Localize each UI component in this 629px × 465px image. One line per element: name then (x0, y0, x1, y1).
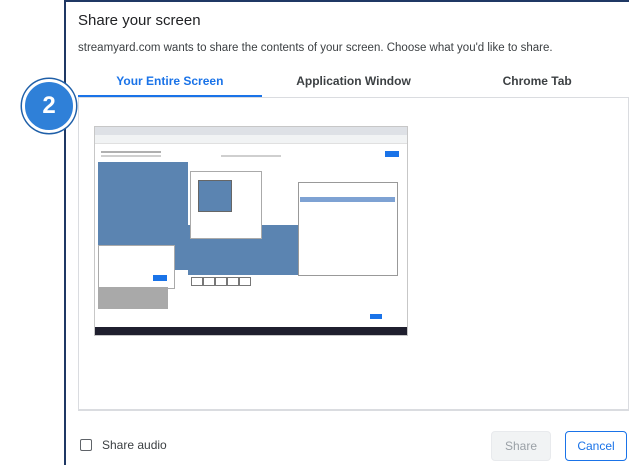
dialog-title: Share your screen (78, 12, 201, 29)
thumbnail-addressbar (95, 135, 407, 144)
thumbnail-button-2 (370, 314, 382, 319)
thumbnail-inner-window (198, 180, 232, 212)
tab-entire-screen[interactable]: Your Entire Screen (78, 66, 262, 97)
dialog-subtitle: streamyard.com wants to share the conten… (78, 42, 553, 54)
thumbnail-popup (98, 245, 175, 289)
thumbnail-slot (215, 277, 227, 286)
tab-application-window[interactable]: Application Window (262, 66, 446, 96)
footer-divider (78, 410, 629, 411)
share-audio-label: Share audio (102, 438, 167, 452)
thumbnail-side-window-bar (300, 197, 395, 202)
share-button[interactable]: Share (491, 431, 551, 461)
thumbnail-taskbar (95, 327, 407, 335)
tab-chrome-tab[interactable]: Chrome Tab (445, 66, 629, 96)
thumbnail-button (385, 151, 399, 157)
thumbnail-text-lines (101, 151, 161, 153)
thumbnail-preview-images (98, 287, 168, 309)
thumbnail-slot (239, 277, 251, 286)
thumbnail-popup-button (153, 275, 167, 281)
thumbnail-slot (191, 277, 203, 286)
cancel-button[interactable]: Cancel (565, 431, 627, 461)
thumbnail-tabstrip (95, 127, 407, 135)
thumbnail-slot (227, 277, 239, 286)
share-audio-checkbox[interactable] (80, 439, 92, 451)
tab-bar: Your Entire Screen Application Window Ch… (78, 66, 629, 97)
thumbnail-slot (203, 277, 215, 286)
step-number-badge: 2 (22, 79, 76, 133)
entire-screen-thumbnail[interactable] (94, 126, 408, 336)
